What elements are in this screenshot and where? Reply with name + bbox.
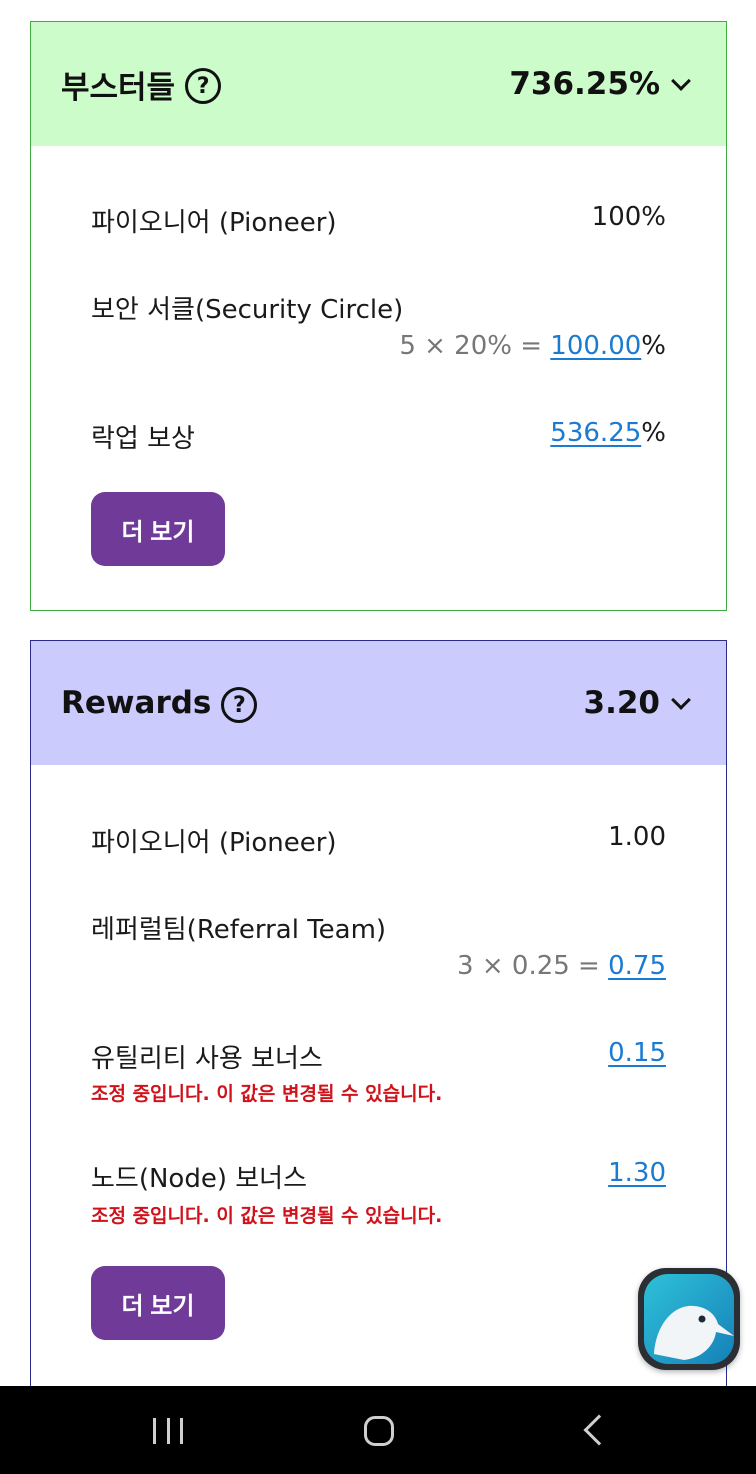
rewards-total: 3.20 [583, 685, 661, 721]
row-value: 0.15 [608, 1038, 666, 1068]
boosters-card: 부스터들 ? 736.25% 파이오니어 (Pioneer) 100% 보안 서… [30, 21, 727, 611]
kiwi-bird-icon [654, 1305, 734, 1360]
rewards-header[interactable]: Rewards ? 3.20 [31, 641, 726, 765]
boosters-title-group: 부스터들 ? [61, 62, 222, 107]
row-value: 100% [591, 202, 666, 232]
rewards-total-group[interactable]: 3.20 [583, 685, 691, 721]
percent-suffix: % [641, 331, 666, 361]
system-navigation-bar [0, 1386, 756, 1474]
adjustment-warning: 조정 중입니다. 이 값은 변경될 수 있습니다. [91, 1083, 443, 1105]
row-value: 536.25% [550, 418, 666, 448]
back-icon[interactable] [583, 1414, 615, 1446]
security-circle-link[interactable]: 100.00 [550, 331, 641, 361]
kiwi-browser-icon [644, 1274, 734, 1364]
row-value: 1.00 [608, 822, 666, 852]
row-label: 유틸리티 사용 보너스 [91, 1044, 323, 1074]
boosters-total-group[interactable]: 736.25% [509, 66, 691, 102]
boosters-title: 부스터들 [61, 69, 176, 106]
boosters-more-button[interactable]: 더 보기 [91, 492, 225, 566]
boosters-total: 736.25% [509, 66, 660, 102]
chevron-down-icon[interactable] [671, 690, 691, 710]
rewards-title: Rewards [61, 685, 212, 721]
row-label: 보안 서클(Security Circle) [91, 295, 404, 325]
kiwi-browser-button[interactable] [638, 1268, 740, 1370]
help-circle-icon[interactable]: ? [185, 68, 222, 104]
percent-suffix: % [641, 418, 666, 448]
rewards-card: Rewards ? 3.20 파이오니어 (Pioneer) 1.00 레퍼럴팀… [30, 640, 727, 1386]
node-bonus-link[interactable]: 1.30 [608, 1158, 666, 1188]
rewards-title-group: Rewards ? [61, 683, 258, 723]
row-label: 파이오니어 (Pioneer) [91, 208, 337, 238]
formula-text: 3 × 0.25 = [457, 951, 609, 981]
utility-bonus-link[interactable]: 0.15 [608, 1038, 666, 1068]
referral-team-link[interactable]: 0.75 [608, 951, 666, 981]
boosters-header[interactable]: 부스터들 ? 736.25% [31, 22, 726, 146]
adjustment-warning: 조정 중입니다. 이 값은 변경될 수 있습니다. [91, 1205, 443, 1227]
row-label: 파이오니어 (Pioneer) [91, 828, 337, 858]
lockup-link[interactable]: 536.25 [550, 418, 641, 448]
row-label: 레퍼럴팀(Referral Team) [91, 915, 387, 945]
rewards-more-button[interactable]: 더 보기 [91, 1266, 225, 1340]
home-icon[interactable] [364, 1416, 394, 1446]
recent-apps-icon[interactable] [153, 1418, 183, 1444]
row-value: 1.30 [608, 1158, 666, 1188]
chevron-down-icon[interactable] [671, 71, 691, 91]
help-circle-icon[interactable]: ? [221, 687, 258, 723]
row-value: 5 × 20% = 100.00% [399, 331, 666, 361]
row-value: 3 × 0.25 = 0.75 [457, 951, 666, 981]
row-label: 노드(Node) 보너스 [91, 1164, 308, 1194]
formula-text: 5 × 20% = [399, 331, 551, 361]
row-label: 락업 보상 [91, 424, 195, 454]
